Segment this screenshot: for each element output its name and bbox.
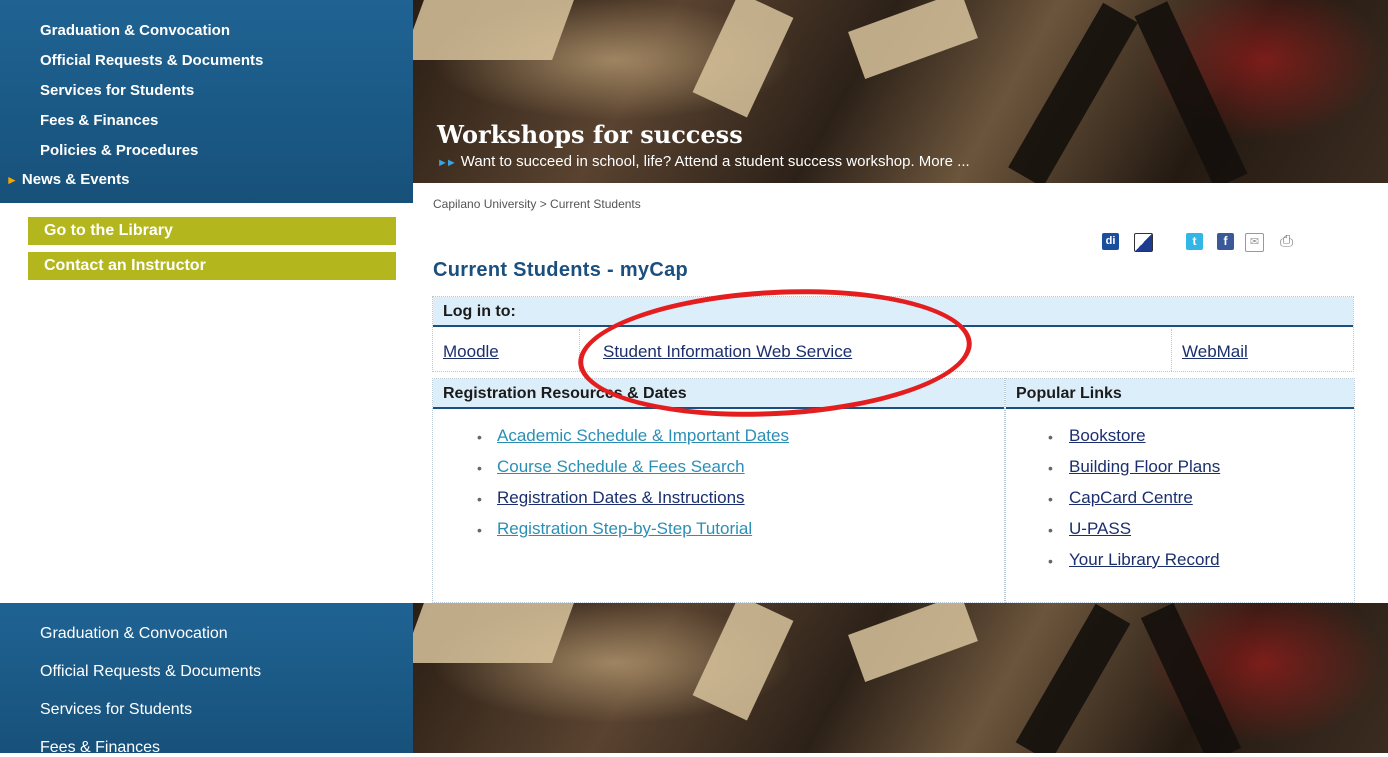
banner-top[interactable]: Workshops for success ►► Want to succeed … <box>413 0 1388 183</box>
banner-subtitle[interactable]: ►► Want to succeed in school, life? Atten… <box>437 153 970 170</box>
bookstore-link[interactable]: Bookstore <box>1069 426 1146 446</box>
go-to-library-button[interactable]: Go to the Library <box>28 217 396 245</box>
bullet-icon: • <box>1048 460 1053 476</box>
email-icon[interactable]: ✉ <box>1245 233 1264 252</box>
sidebar-item-services[interactable]: Services for Students <box>40 701 192 719</box>
delicious-icon[interactable] <box>1134 233 1153 252</box>
banner-photo-wood <box>413 603 574 663</box>
banner-photo-sawhorse <box>1134 1 1248 183</box>
sidebar-item-official-requests[interactable]: Official Requests & Documents <box>40 663 261 681</box>
banner-photo-sawhorse <box>1008 2 1138 183</box>
capcard-centre-link[interactable]: CapCard Centre <box>1069 488 1193 508</box>
popular-links-heading: Popular Links <box>1006 379 1354 409</box>
course-schedule-link[interactable]: Course Schedule & Fees Search <box>497 457 745 477</box>
banner-photo-wood <box>692 0 794 118</box>
bullet-icon: • <box>477 460 482 476</box>
banner-photo-wood <box>692 603 794 721</box>
bullet-icon: • <box>477 491 482 507</box>
banner-photo-wood <box>848 603 978 683</box>
popular-links-panel: Popular Links • Bookstore • Building Flo… <box>1005 378 1355 603</box>
banner-bottom[interactable] <box>413 603 1388 753</box>
moodle-link[interactable]: Moodle <box>443 342 499 362</box>
double-arrow-icon: ►► <box>437 157 457 169</box>
digg-icon[interactable]: di <box>1102 233 1119 250</box>
bullet-icon: • <box>1048 522 1053 538</box>
bullet-icon: • <box>1048 429 1053 445</box>
sidebar-item-graduation[interactable]: Graduation & Convocation <box>40 22 230 39</box>
sidebar-item-official-requests[interactable]: Official Requests & Documents <box>40 52 263 69</box>
library-record-link[interactable]: Your Library Record <box>1069 550 1220 570</box>
banner-photo-sawhorse <box>1140 603 1242 753</box>
sidebar-nav-top: Graduation & Convocation Official Reques… <box>0 0 413 203</box>
upass-link[interactable]: U-PASS <box>1069 519 1131 539</box>
sidebar-item-policies[interactable]: Policies & Procedures <box>40 142 198 159</box>
contact-instructor-button[interactable]: Contact an Instructor <box>28 252 396 280</box>
sidebar-item-fees[interactable]: Fees & Finances <box>40 739 160 757</box>
webmail-link[interactable]: WebMail <box>1182 342 1248 362</box>
registration-tutorial-link[interactable]: Registration Step-by-Step Tutorial <box>497 519 752 539</box>
sidebar-item-services[interactable]: Services for Students <box>40 82 194 99</box>
bullet-icon: • <box>1048 491 1053 507</box>
divider <box>1171 329 1172 371</box>
breadcrumb[interactable]: Capilano University > Current Students <box>433 197 641 211</box>
floor-plans-link[interactable]: Building Floor Plans <box>1069 457 1220 477</box>
share-toolbar: di t f ✉ ⎙ <box>1100 233 1340 252</box>
active-arrow-icon: ► <box>6 173 18 187</box>
page-title: Current Students - myCap <box>433 259 689 281</box>
banner-photo-wood <box>413 0 574 60</box>
sidebar-item-label: News & Events <box>21 171 130 188</box>
banner-subtitle-text: Want to succeed in school, life? Attend … <box>460 153 970 170</box>
banner-photo-sawhorse <box>1015 603 1131 753</box>
bullet-icon: • <box>477 522 482 538</box>
sidebar-item-graduation[interactable]: Graduation & Convocation <box>40 625 228 643</box>
sidebar-item-fees[interactable]: Fees & Finances <box>40 112 158 129</box>
bullet-icon: • <box>477 429 482 445</box>
facebook-icon[interactable]: f <box>1217 233 1234 250</box>
registration-dates-link[interactable]: Registration Dates & Instructions <box>497 488 745 508</box>
sidebar-nav-bottom: Graduation & Convocation Official Reques… <box>0 603 413 756</box>
banner-photo-wood <box>848 0 978 80</box>
sidebar-item-news-events[interactable]: ► News & Events <box>6 171 129 188</box>
academic-schedule-link[interactable]: Academic Schedule & Important Dates <box>497 426 789 446</box>
twitter-icon[interactable]: t <box>1186 233 1203 250</box>
print-icon[interactable]: ⎙ <box>1278 233 1295 250</box>
bullet-icon: • <box>1048 553 1053 569</box>
banner-title: Workshops for success <box>437 120 743 149</box>
